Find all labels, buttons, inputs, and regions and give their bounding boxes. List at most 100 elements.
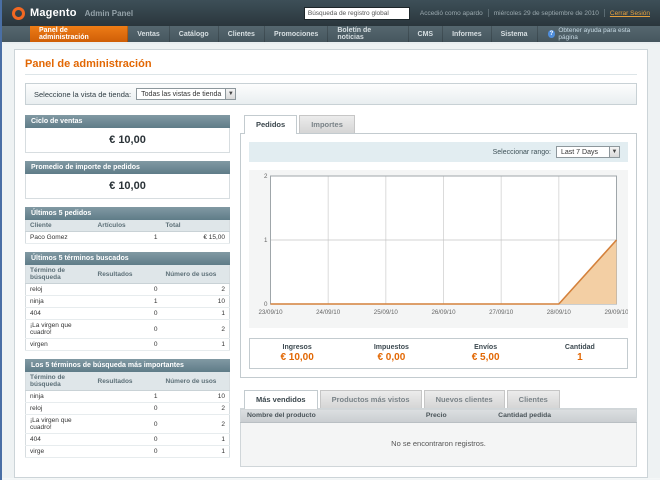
nav-item[interactable]: Boletín de noticias (328, 26, 409, 42)
stat-item: Impuestos € 0,00 (344, 344, 438, 363)
stat-label: Ingresos (282, 344, 312, 351)
nav-item[interactable]: Clientes (219, 26, 265, 42)
stat-item: Envíos € 5,00 (439, 344, 533, 363)
column-header: Cantidad pedida (492, 408, 637, 423)
nav-item[interactable]: Informes (443, 26, 492, 42)
global-search-input[interactable] (303, 6, 410, 20)
magento-logo-icon (12, 6, 25, 20)
top-header: Magento Admin Panel Accedió como apardo … (2, 0, 660, 26)
last-orders-box: Últimos 5 pedidos Cliente Artículos Total … (25, 207, 230, 244)
table-row[interactable]: Paco Gomez 1 € 15,00 (25, 231, 230, 244)
logged-in-as: Accedió como apardo (419, 9, 483, 17)
last-orders-title: Últimos 5 pedidos (25, 207, 230, 220)
table-row[interactable]: ¡La virgen que cuadro! 0 2 (25, 319, 230, 339)
column-header: Artículos (93, 220, 162, 232)
lifetime-sales-title: Ciclo de ventas (25, 115, 230, 128)
store-view-select[interactable]: Todas las vistas de tienda ▼ (136, 88, 237, 100)
stat-label: Envíos (474, 344, 498, 351)
stat-label: Impuestos (373, 344, 409, 351)
chevron-down-icon: ▼ (225, 89, 236, 99)
main-nav: ? Obtener ayuda para esta página Panel d… (2, 26, 660, 44)
last-search-terms-title: Últimos 5 términos buscados (25, 252, 230, 265)
stat-value: € 5,00 (471, 352, 500, 363)
tab[interactable]: Más vendidos (244, 390, 318, 409)
logo-title: Magento (30, 7, 77, 19)
svg-text:28/09/10: 28/09/10 (547, 309, 572, 316)
table-row[interactable]: 404 0 1 (25, 433, 230, 446)
content-card: Panel de administración Seleccione la vi… (14, 49, 648, 478)
column-header: Número de usos (161, 265, 230, 284)
magento-logo: Magento Admin Panel (12, 6, 134, 20)
tab[interactable]: Importes (299, 115, 355, 133)
average-orders-title: Promedio de importe de pedidos (25, 161, 230, 174)
average-orders-box: Promedio de importe de pedidos € 10,00 (25, 161, 230, 199)
chevron-down-icon: ▼ (609, 147, 619, 157)
logout-link[interactable]: Cerrar Sesión (610, 10, 650, 17)
lifetime-sales-box: Ciclo de ventas € 10,00 (25, 115, 230, 153)
column-header: Total (161, 220, 230, 232)
range-select[interactable]: Last 7 Days ▼ (556, 146, 620, 158)
products-table: Nombre del producto Precio Cantidad pedida… (240, 408, 637, 467)
table-row[interactable]: virge 0 1 (25, 445, 230, 458)
help-link[interactable]: ? Obtener ayuda para esta página (538, 26, 660, 42)
svg-text:23/09/10: 23/09/10 (258, 309, 283, 316)
orders-tabs: Pedidos Importes (240, 115, 637, 134)
tab[interactable]: Pedidos (244, 115, 298, 134)
stat-value: € 0,00 (377, 352, 406, 363)
svg-text:0: 0 (264, 301, 268, 308)
svg-text:27/09/10: 27/09/10 (489, 309, 514, 316)
table-row[interactable]: ¡La virgen que cuadro! 0 2 (25, 414, 230, 434)
table-row[interactable]: reloj 0 2 (25, 402, 230, 415)
column-header: Número de usos (161, 372, 230, 391)
orders-panel: Seleccionar rango: Last 7 Days ▼ 23/09/1… (240, 133, 637, 378)
dashboard-main: Pedidos Importes Seleccionar rango: Last … (240, 115, 637, 467)
svg-text:2: 2 (264, 173, 268, 180)
column-header: Término de búsqueda (25, 372, 94, 391)
svg-text:26/09/10: 26/09/10 (431, 309, 456, 316)
lifetime-sales-value: € 10,00 (25, 128, 230, 153)
range-bar: Seleccionar rango: Last 7 Days ▼ (249, 142, 628, 162)
help-link-label: Obtener ayuda para esta página (558, 27, 631, 41)
table-row[interactable]: reloj 0 2 (25, 283, 230, 296)
stat-item: Cantidad 1 (533, 344, 627, 363)
range-label: Seleccionar rango: (492, 148, 551, 156)
logo-subtitle: Admin Panel (84, 8, 134, 18)
table-row[interactable]: ninja 1 10 (25, 295, 230, 308)
table-row[interactable]: ninja 1 10 (25, 390, 230, 403)
stat-value: 1 (577, 352, 583, 363)
nav-item[interactable]: Ventas (128, 26, 170, 42)
page-title: Panel de administración (25, 58, 637, 75)
svg-text:24/09/10: 24/09/10 (316, 309, 341, 316)
store-view-label: Seleccione la vista de tienda: (34, 89, 132, 99)
nav-item[interactable]: CMS (409, 26, 444, 42)
stats-row: Ingresos € 10,00 Impuestos € 0,00 Envíos… (249, 338, 628, 369)
stat-item: Ingresos € 10,00 (250, 344, 344, 363)
svg-text:1: 1 (264, 237, 268, 244)
last-search-terms-box: Últimos 5 términos buscados Término de b… (25, 252, 230, 351)
empty-message: No se encontraron registros. (240, 422, 637, 467)
top-search-terms-title: Los 5 términos de búsqueda más important… (25, 359, 230, 372)
column-header: Cliente (25, 220, 94, 232)
top-search-terms-box: Los 5 términos de búsqueda más important… (25, 359, 230, 458)
table-row[interactable]: virgen 0 1 (25, 338, 230, 351)
nav-item[interactable]: Sistema (492, 26, 538, 42)
products-tabs: Más vendidos Productos más vistos Nuevos c… (240, 390, 637, 409)
tab[interactable]: Nuevos clientes (423, 390, 505, 408)
stat-value: € 10,00 (280, 352, 314, 363)
tab[interactable]: Clientes (506, 390, 560, 408)
orders-chart: 23/09/10 24/09/10 25/09/10 26/09/10 27/09/10… (249, 170, 629, 328)
nav-item[interactable]: Promociones (265, 26, 329, 42)
column-header: Precio (419, 408, 493, 423)
empty-row: No se encontraron registros. (240, 422, 637, 467)
nav-item[interactable]: Catálogo (170, 26, 219, 42)
nav-item[interactable]: Panel de administración (30, 26, 129, 42)
store-view-value: Todas las vistas de tienda (141, 90, 222, 98)
divider (603, 9, 605, 17)
table-row[interactable]: 404 0 1 (25, 307, 230, 320)
tab[interactable]: Productos más vistos (319, 390, 422, 408)
column-header: Nombre del producto (240, 408, 420, 423)
store-view-bar: Seleccione la vista de tienda: Todas las… (25, 83, 637, 105)
current-date: miércoles 29 de septiembre de 2010 (493, 9, 599, 17)
column-header: Término de búsqueda (25, 265, 94, 284)
svg-text:29/09/10: 29/09/10 (604, 309, 628, 316)
